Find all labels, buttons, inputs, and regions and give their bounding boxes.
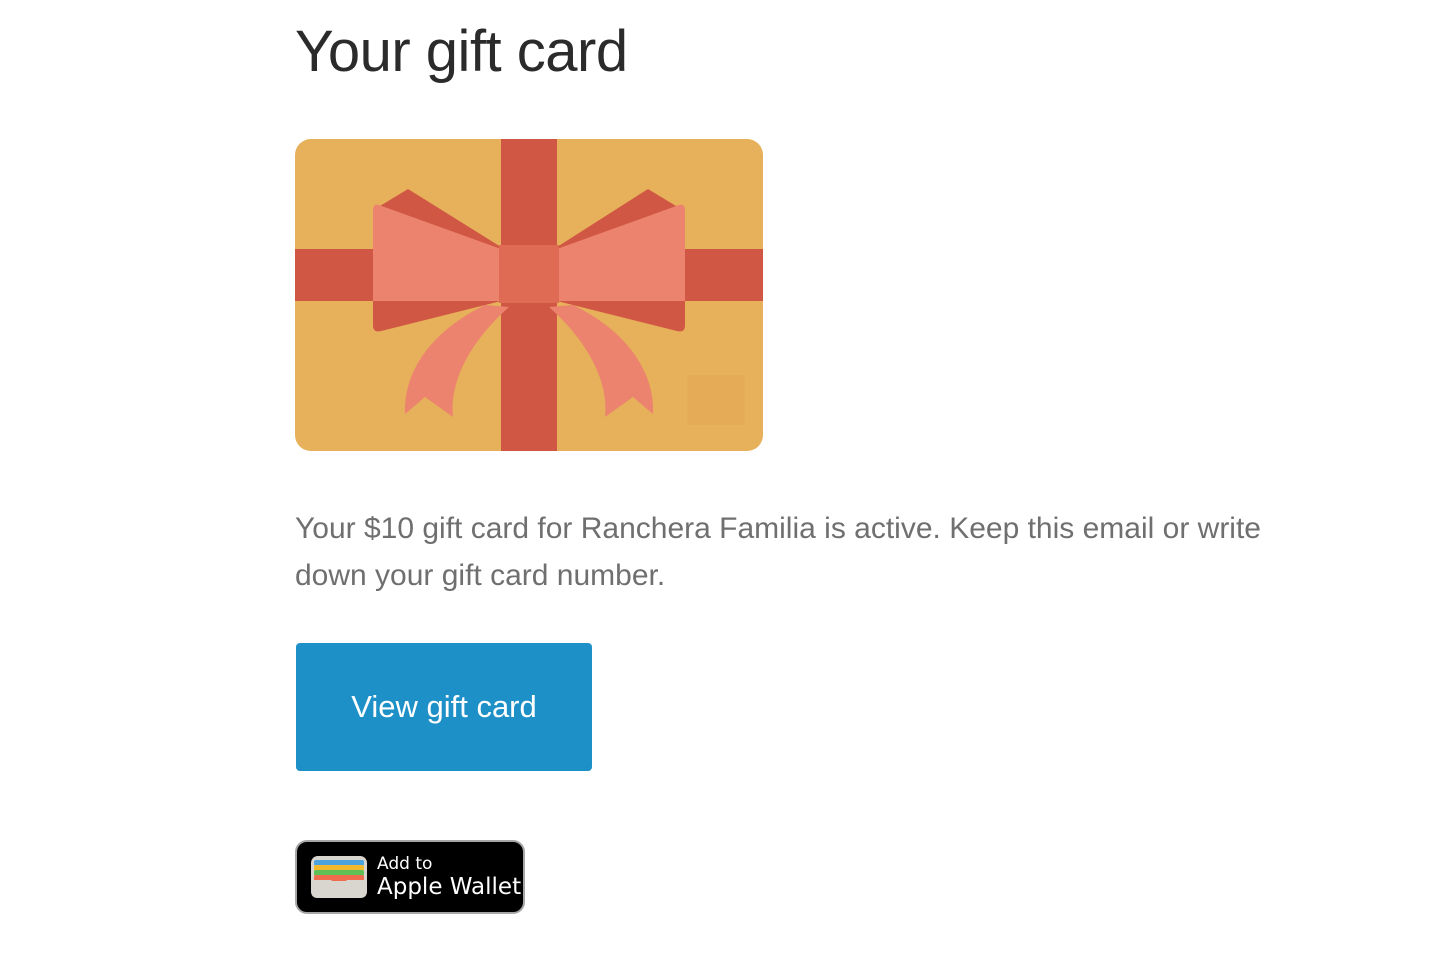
page-title: Your gift card — [295, 19, 628, 84]
gift-card-bow-icon — [295, 139, 763, 451]
wallet-line-add-to: Add to — [377, 853, 433, 874]
view-gift-card-button[interactable]: View gift card — [296, 643, 592, 771]
wallet-button-text: Add to Apple Wallet — [377, 853, 522, 900]
gift-card-image — [295, 139, 763, 451]
apple-wallet-icon — [311, 856, 367, 898]
gift-card-message: Your $10 gift card for Ranchera Familia … — [295, 512, 1261, 592]
wallet-line-apple-wallet: Apple Wallet — [377, 873, 522, 900]
add-to-apple-wallet-button[interactable]: Add to Apple Wallet — [295, 840, 525, 914]
